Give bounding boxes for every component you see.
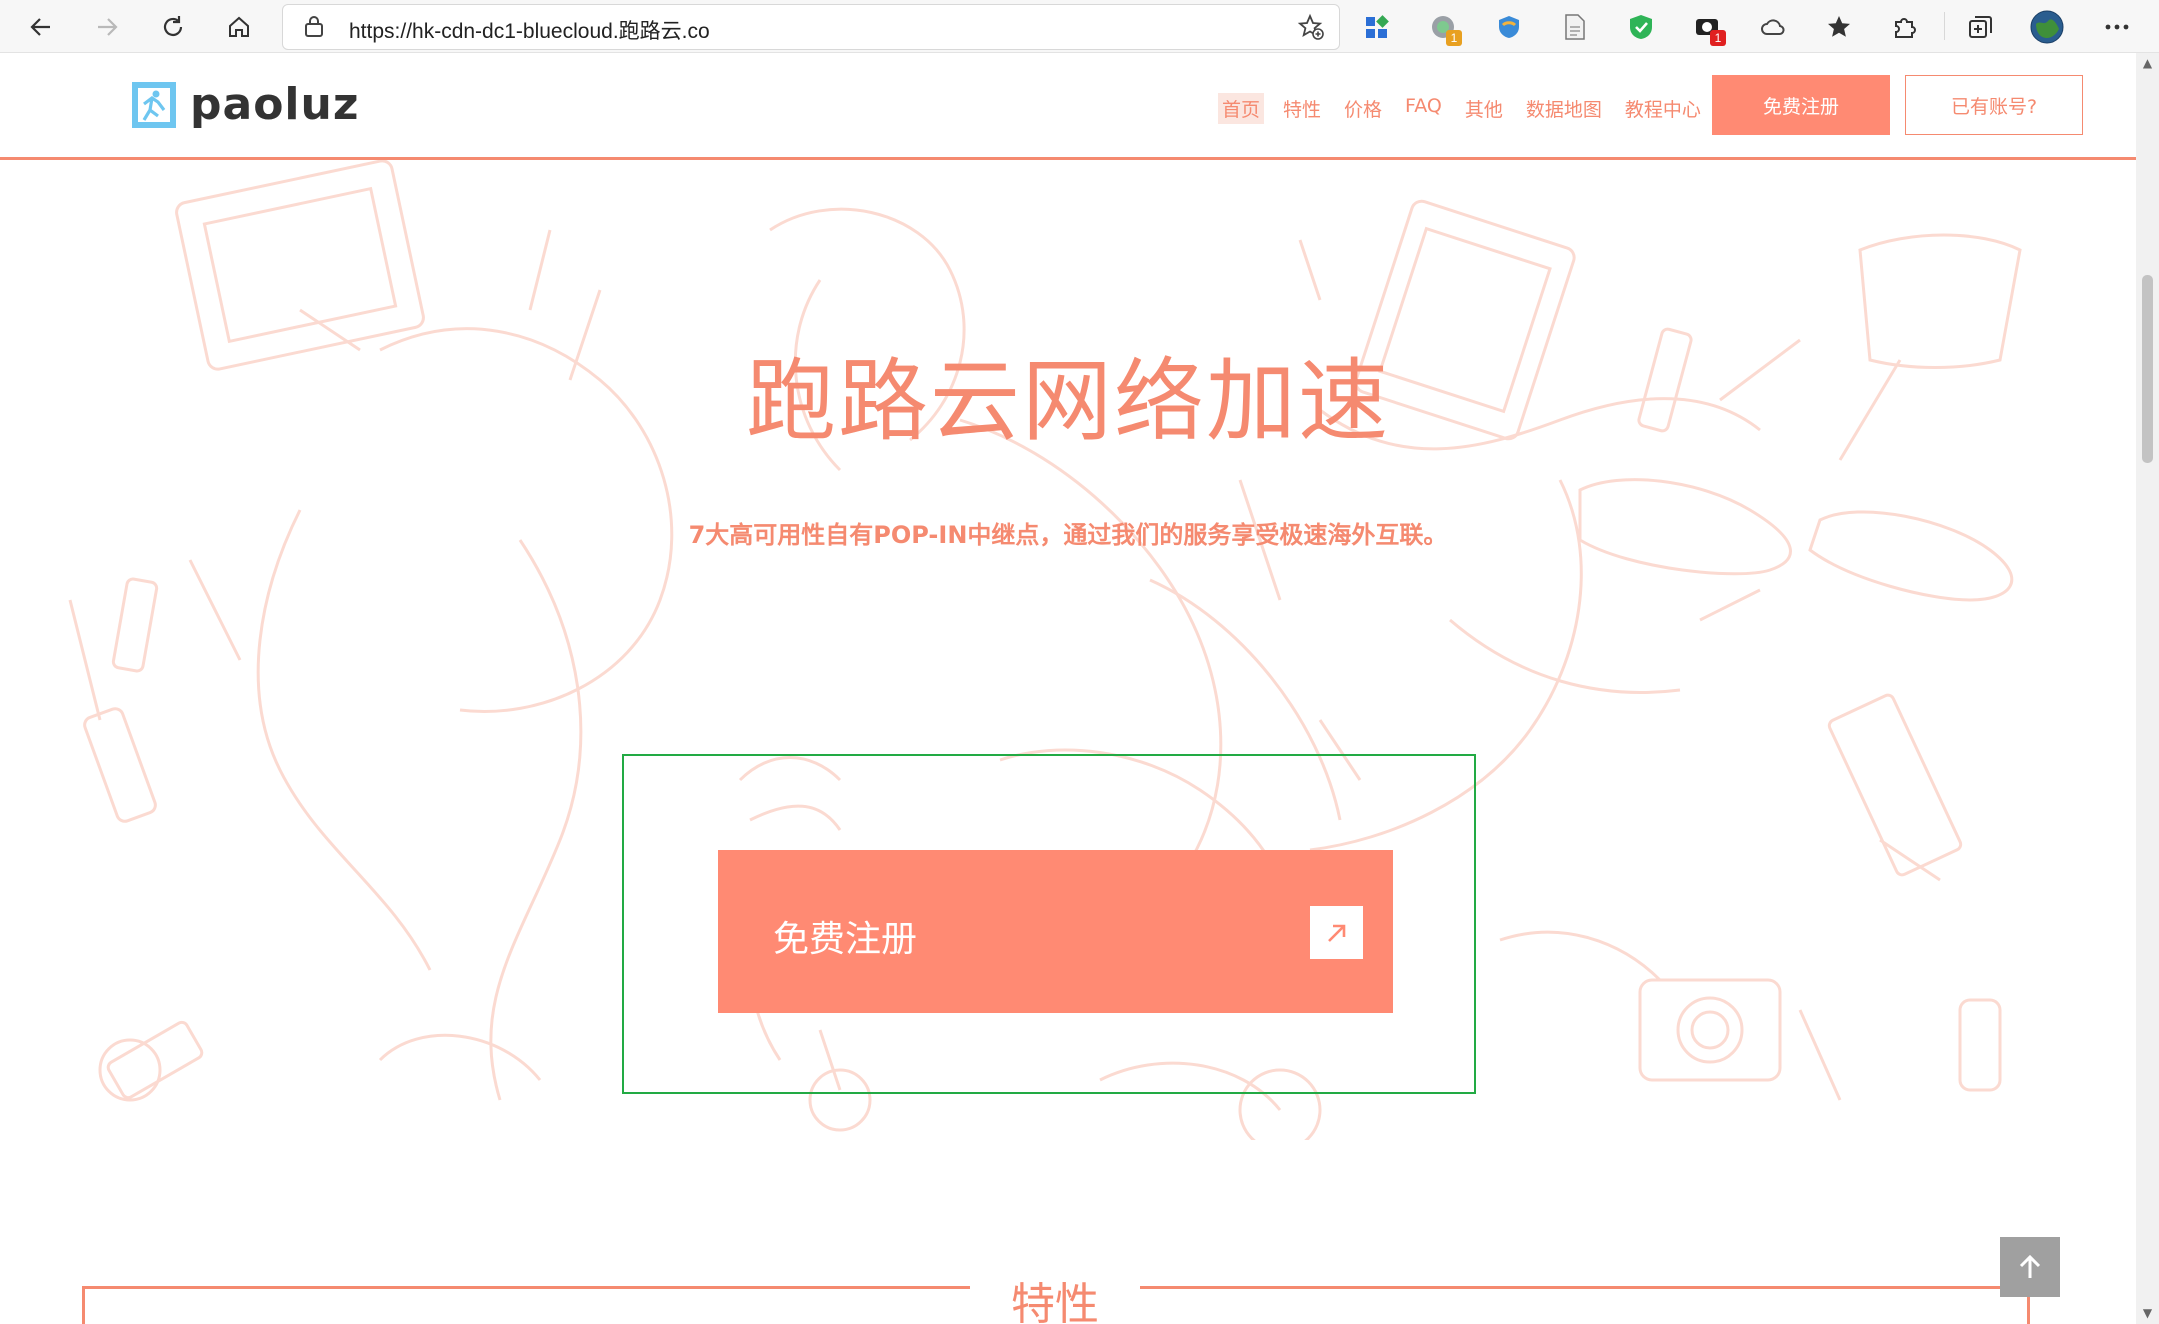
extensions-puzzle-icon[interactable]: [1884, 6, 1926, 48]
extension-badge: 1: [1710, 30, 1726, 46]
nav-item-other[interactable]: 其他: [1461, 93, 1507, 124]
hero-title: 跑路云网络加速: [746, 349, 1390, 454]
extension-camera-icon[interactable]: 1: [1686, 6, 1728, 48]
more-menu-icon[interactable]: [2096, 6, 2138, 48]
nav-item-tutorials[interactable]: 教程中心: [1621, 93, 1705, 124]
forward-icon[interactable]: [86, 6, 128, 48]
logo-icon: [132, 81, 176, 128]
hero-section: 跑路云网络加速 7大高可用性自有POP-IN中继点，通过我们的服务享受极速海外互…: [0, 160, 2136, 1140]
url-text[interactable]: https://hk-cdn-dc1-bluecloud.跑路云.co: [349, 15, 710, 45]
login-button[interactable]: 已有账号?: [1905, 75, 2083, 135]
extension-green-icon[interactable]: 1: [1422, 6, 1464, 48]
page-viewport: paoluz 首页 特性 价格 FAQ 其他 数据地图 教程中心 免费注册 已有…: [0, 53, 2136, 1324]
cta-register-button[interactable]: 免费注册: [718, 850, 1393, 1013]
extension-badge: 1: [1446, 30, 1462, 46]
favorite-add-icon[interactable]: [1297, 13, 1325, 45]
register-button[interactable]: 免费注册: [1712, 75, 1890, 135]
nav-item-data-map[interactable]: 数据地图: [1522, 93, 1606, 124]
site-logo[interactable]: paoluz: [130, 79, 359, 130]
site-header: paoluz 首页 特性 价格 FAQ 其他 数据地图 教程中心 免费注册 已有…: [0, 53, 2136, 160]
arrow-up-right-icon: [1310, 906, 1363, 959]
browser-toolbar: https://hk-cdn-dc1-bluecloud.跑路云.co 1 1: [0, 0, 2159, 53]
nav-item-home[interactable]: 首页: [1218, 93, 1265, 124]
arrow-up-icon: [2019, 1254, 2041, 1278]
shield-check-icon[interactable]: [1620, 6, 1662, 48]
apps-grid-icon[interactable]: [1356, 6, 1398, 48]
page-scrollbar[interactable]: ▲ ▼: [2136, 53, 2159, 1324]
address-bar[interactable]: https://hk-cdn-dc1-bluecloud.跑路云.co: [282, 4, 1340, 50]
scroll-down-arrow-icon[interactable]: ▼: [2141, 1307, 2154, 1320]
nav-item-pricing[interactable]: 价格: [1340, 93, 1386, 124]
lock-icon[interactable]: [303, 14, 325, 42]
collections-icon[interactable]: [1960, 6, 2002, 48]
cloud-icon[interactable]: [1752, 6, 1794, 48]
document-icon[interactable]: [1554, 6, 1596, 48]
logo-text: paoluz: [190, 79, 360, 130]
toolbar-divider: [1944, 12, 1945, 40]
back-icon[interactable]: [20, 6, 62, 48]
profile-avatar-icon[interactable]: [2026, 6, 2068, 48]
scroll-up-arrow-icon[interactable]: ▲: [2141, 57, 2154, 70]
features-title: 特性: [1011, 1279, 1099, 1324]
main-nav: 首页 特性 价格 FAQ 其他 数据地图 教程中心: [1218, 93, 1705, 124]
extension-shield-blue-icon[interactable]: [1488, 6, 1530, 48]
home-icon[interactable]: [218, 6, 260, 48]
cta-label: 免费注册: [773, 919, 918, 960]
refresh-icon[interactable]: [152, 6, 194, 48]
favorites-star-icon[interactable]: [1818, 6, 1860, 48]
nav-item-faq[interactable]: FAQ: [1401, 93, 1446, 124]
nav-item-features[interactable]: 特性: [1279, 93, 1325, 124]
back-to-top-button[interactable]: [2000, 1237, 2060, 1297]
scroll-thumb[interactable]: [2142, 275, 2153, 463]
hero-subtitle: 7大高可用性自有POP-IN中继点，通过我们的服务享受极速海外互联。: [688, 521, 1448, 549]
